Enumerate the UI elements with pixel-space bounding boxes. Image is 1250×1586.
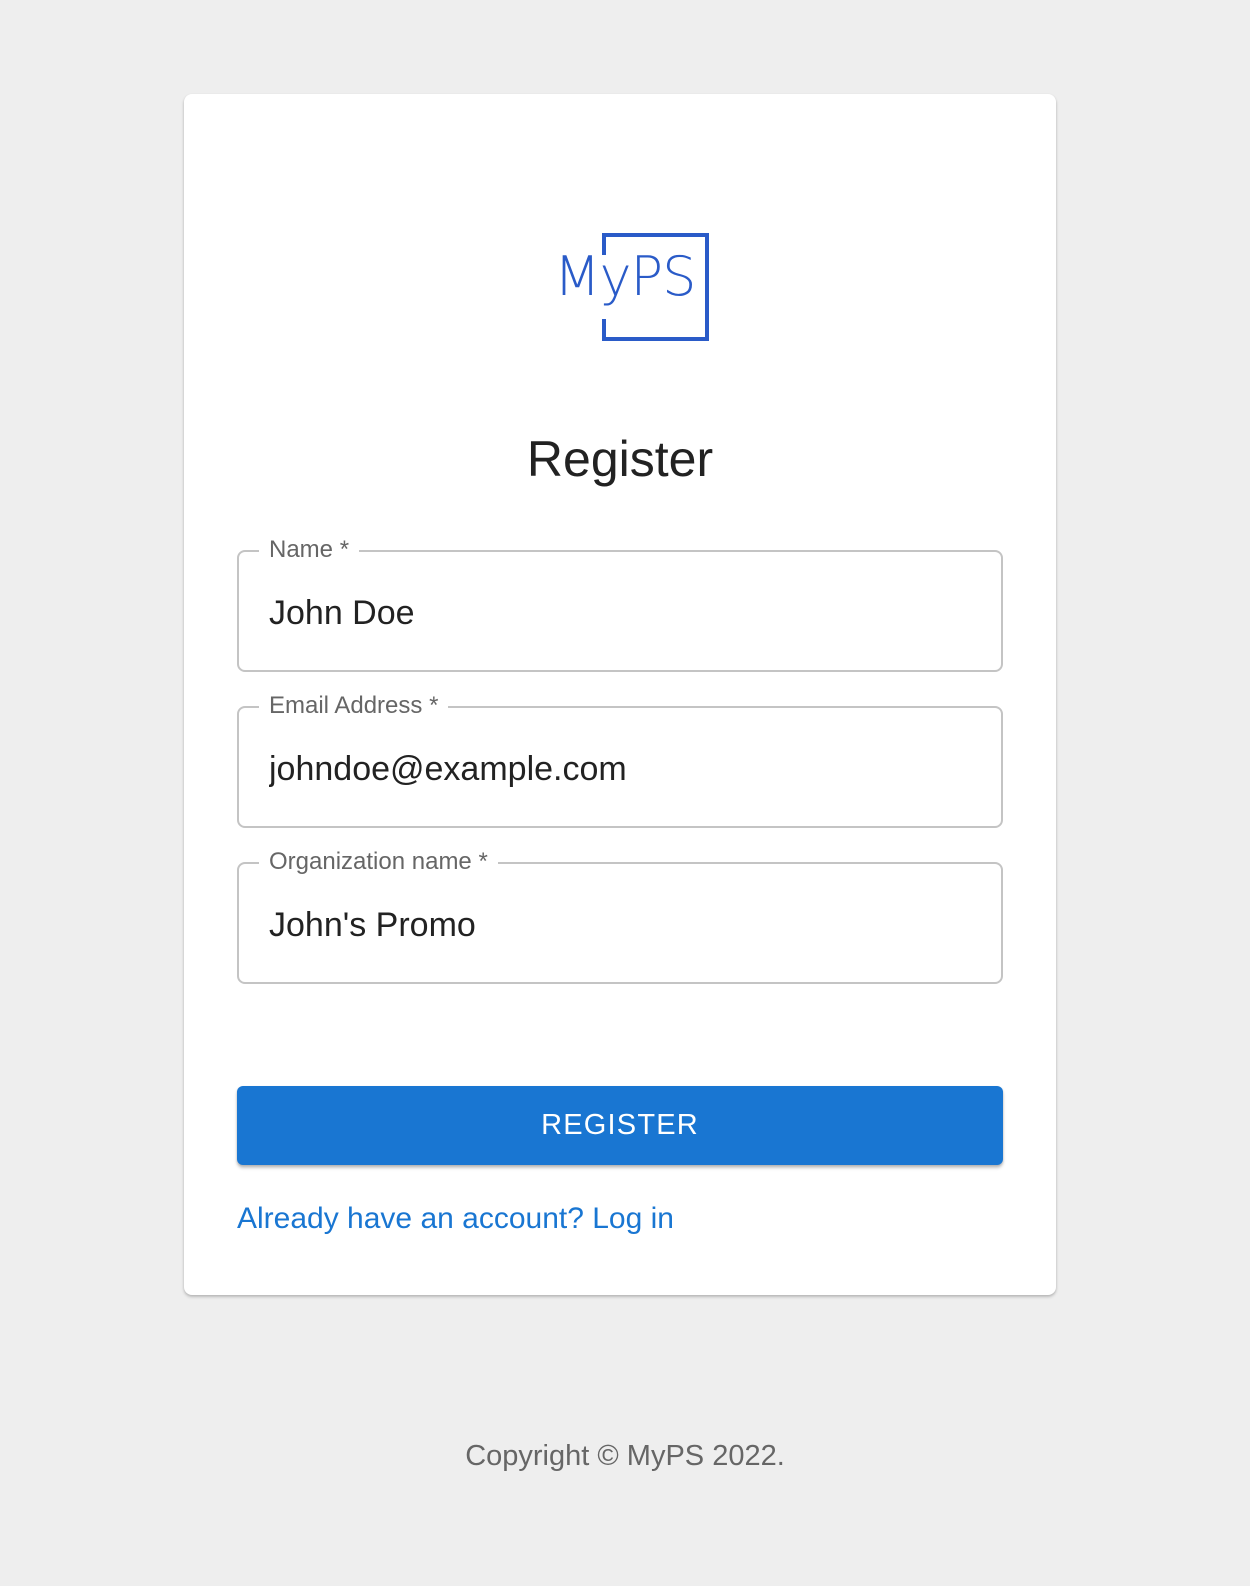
login-link[interactable]: Already have an account? Log in [237, 1204, 674, 1234]
email-input[interactable] [269, 748, 969, 790]
name-input[interactable] [269, 592, 969, 634]
register-card: MyPS Register Name * Email Address * Org… [184, 94, 1056, 1295]
organization-field-label: Organization name * [259, 848, 498, 876]
logo-text: MyPS [554, 245, 696, 308]
name-field-label: Name * [259, 536, 360, 564]
name-field[interactable]: Name * [237, 536, 1003, 672]
register-button[interactable]: REGISTER [237, 1086, 1003, 1165]
page-title: Register [526, 431, 714, 487]
myps-logo: MyPS [554, 233, 709, 345]
organization-field[interactable]: Organization name * [237, 848, 1003, 984]
email-field-label: Email Address * [259, 692, 449, 720]
copyright-footer: Copyright © MyPS 2022. [465, 1440, 785, 1472]
organization-input[interactable] [269, 904, 969, 946]
email-field[interactable]: Email Address * [237, 692, 1003, 828]
